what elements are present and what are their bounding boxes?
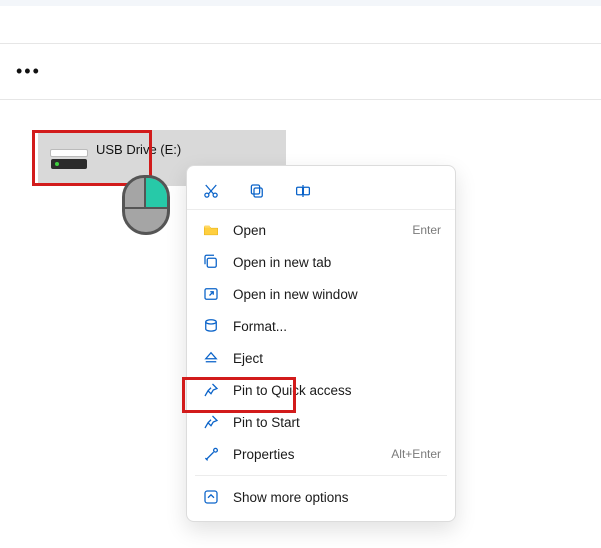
menu-open[interactable]: Open Enter <box>187 214 455 246</box>
menu-show-more-options[interactable]: Show more options <box>187 481 455 513</box>
menu-open-new-tab[interactable]: Open in new tab <box>187 246 455 278</box>
eject-icon <box>201 348 221 368</box>
rename-icon[interactable] <box>293 181 313 201</box>
menu-more-options-label: Show more options <box>233 490 441 505</box>
new-tab-icon <box>201 252 221 272</box>
context-menu: Open Enter Open in new tab Open in new w… <box>186 165 456 522</box>
ribbon-area <box>0 6 601 44</box>
menu-pin-quick-label: Pin to Quick access <box>233 383 441 398</box>
drive-label: USB Drive (E:) <box>96 142 181 157</box>
menu-properties[interactable]: Properties Alt+Enter <box>187 438 455 470</box>
menu-open-shortcut: Enter <box>412 223 441 237</box>
menu-format-label: Format... <box>233 319 441 334</box>
menu-eject[interactable]: Eject <box>187 342 455 374</box>
menu-open-new-tab-label: Open in new tab <box>233 255 441 270</box>
properties-icon <box>201 444 221 464</box>
menu-open-new-window-label: Open in new window <box>233 287 441 302</box>
drive-icon <box>50 149 88 175</box>
external-window-icon <box>201 284 221 304</box>
cut-icon[interactable] <box>201 181 221 201</box>
menu-open-new-window[interactable]: Open in new window <box>187 278 455 310</box>
menu-format[interactable]: Format... <box>187 310 455 342</box>
folder-open-icon <box>201 220 221 240</box>
menu-separator <box>195 475 447 476</box>
more-options-icon[interactable]: ••• <box>16 61 41 82</box>
context-menu-icon-row <box>187 172 455 210</box>
menu-properties-label: Properties <box>233 447 391 462</box>
menu-open-label: Open <box>233 223 412 238</box>
menu-properties-shortcut: Alt+Enter <box>391 447 441 461</box>
copy-icon[interactable] <box>247 181 267 201</box>
menu-pin-quick-access[interactable]: Pin to Quick access <box>187 374 455 406</box>
file-view: USB Drive (E:) <box>0 100 601 186</box>
more-options-expand-icon <box>201 487 221 507</box>
menu-eject-label: Eject <box>233 351 441 366</box>
pin-start-icon <box>201 412 221 432</box>
menu-pin-start[interactable]: Pin to Start <box>187 406 455 438</box>
menu-pin-start-label: Pin to Start <box>233 415 441 430</box>
format-icon <box>201 316 221 336</box>
pin-icon <box>201 380 221 400</box>
toolbar: ••• <box>0 44 601 100</box>
mouse-rightclick-graphic <box>122 175 176 239</box>
